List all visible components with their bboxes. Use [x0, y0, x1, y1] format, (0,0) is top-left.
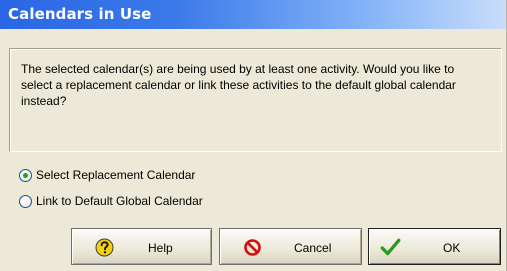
radio-select-replacement[interactable]: Select Replacement Calendar	[19, 166, 195, 184]
radio-link-default[interactable]: Link to Default Global Calendar	[19, 192, 203, 210]
message-text: The selected calendar(s) are being used …	[21, 62, 456, 108]
help-icon	[95, 238, 114, 257]
calendars-in-use-dialog: Calendars in Use The selected calendar(s…	[0, 0, 507, 271]
cancel-icon	[244, 239, 261, 256]
radio-label-select-replacement[interactable]: Select Replacement Calendar	[36, 168, 195, 182]
ok-button-label: OK	[443, 241, 461, 255]
dialog-title: Calendars in Use	[8, 5, 152, 23]
message-panel: The selected calendar(s) are being used …	[9, 48, 502, 152]
radio-button-unselected[interactable]	[19, 194, 32, 208]
help-button[interactable]: Help	[71, 228, 212, 265]
checkmark-icon	[380, 238, 401, 256]
radio-label-link-default[interactable]: Link to Default Global Calendar	[36, 194, 203, 208]
cancel-button-label: Cancel	[294, 241, 332, 255]
radio-button-selected[interactable]	[19, 168, 32, 182]
cancel-button[interactable]: Cancel	[219, 228, 362, 265]
help-button-label: Help	[148, 241, 173, 255]
radio-selected-dot	[23, 172, 28, 178]
button-bar: Help Cancel OK	[0, 226, 506, 271]
title-bar[interactable]: Calendars in Use	[0, 0, 506, 29]
ok-button[interactable]: OK	[368, 228, 501, 265]
